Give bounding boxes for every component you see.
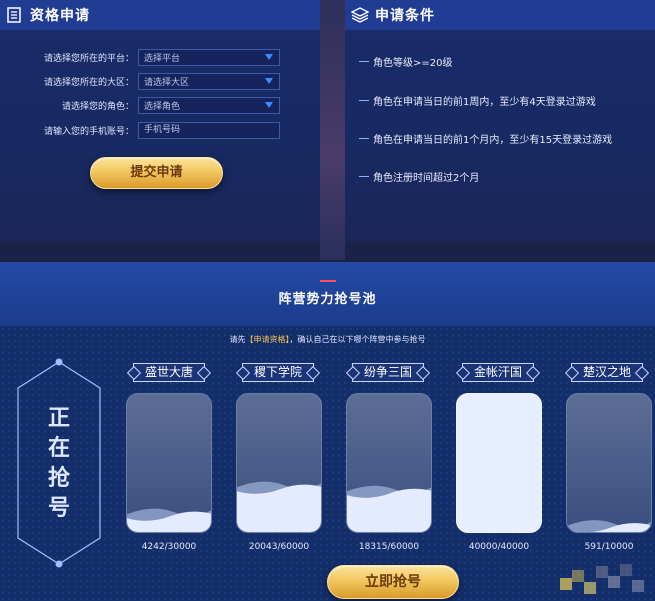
phone-label: 请输入您的手机账号： — [43, 126, 134, 137]
camp-card[interactable] — [236, 393, 322, 533]
eligibility-panel: 资格申请 请选择您所在的平台： 选择平台 请选择您所在的大区： 请选择大区 请选… — [0, 0, 320, 241]
condition-item: 角色在申请当日的前1周内，至少有4天登录过游戏 — [359, 93, 596, 108]
role-select[interactable]: 选择角色 — [138, 96, 280, 114]
camp-label-chuhan: 楚汉之地 — [571, 363, 643, 382]
region-row: 请选择您所在的大区： 请选择大区 — [0, 71, 300, 91]
conditions-panel: 申请条件 角色等级>=20级 角色在申请当日的前1周内，至少有4天登录过游戏 角… — [345, 0, 655, 241]
phone-input[interactable] — [138, 121, 280, 139]
camp-label-fenzheng: 纷争三国 — [352, 363, 424, 382]
notice-prefix: 请先 — [229, 335, 246, 344]
dash-icon — [359, 61, 369, 62]
dash-icon — [359, 176, 369, 177]
camp-count: 20043/60000 — [248, 542, 310, 552]
condition-text: 角色等级>=20级 — [373, 58, 453, 69]
title-accent — [320, 280, 336, 282]
camp-card[interactable] — [126, 393, 212, 533]
role-label: 请选择您的角色： — [61, 101, 134, 112]
role-row: 请选择您的角色： 选择角色 — [0, 95, 300, 115]
fill-wave — [237, 481, 321, 532]
platform-select[interactable]: 选择平台 — [138, 48, 280, 66]
grab-now-button[interactable]: 立即抢号 — [327, 565, 459, 599]
region-select[interactable]: 请选择大区 — [138, 72, 280, 90]
camp-label-jixia: 稷下学院 — [242, 363, 314, 382]
condition-text: 角色在申请当日的前1周内，至少有4天登录过游戏 — [373, 97, 596, 108]
phone-row: 请输入您的手机账号： — [0, 120, 300, 140]
eligibility-title: 资格申请 — [30, 8, 90, 24]
camp-card[interactable] — [346, 393, 432, 533]
document-list-icon — [6, 7, 22, 23]
camp-count: 18315/60000 — [358, 542, 420, 552]
panel-divider — [320, 0, 345, 260]
status-char: 正 — [47, 405, 70, 431]
pool-title: 阵营势力抢号池 — [278, 292, 377, 307]
eligibility-header: 资格申请 — [0, 0, 320, 30]
dropdown-caret-icon — [265, 54, 273, 60]
conditions-title: 申请条件 — [375, 8, 435, 24]
pool-header: 阵营势力抢号池 — [0, 262, 655, 326]
condition-item: 角色等级>=20级 — [359, 54, 452, 69]
role-select-value: 选择角色 — [144, 101, 181, 112]
region-label: 请选择您所在的大区： — [43, 77, 134, 88]
camp-label-jinzhang: 金帐汗国 — [462, 363, 534, 382]
fill-wave — [347, 485, 431, 532]
camp-label-shengshi: 盛世大唐 — [133, 363, 205, 382]
status-text: 正在抢号 — [14, 403, 104, 523]
notice-apply-link[interactable]: 【申请资格】 — [246, 335, 290, 344]
fill-wave — [127, 508, 211, 532]
grab-status-badge: 正在抢号 — [14, 358, 104, 568]
camp-card[interactable] — [456, 393, 542, 533]
status-char: 抢 — [47, 465, 70, 491]
status-char: 号 — [47, 495, 70, 521]
region-select-value: 请选择大区 — [144, 77, 190, 88]
platform-label: 请选择您所在的平台： — [43, 53, 134, 64]
notice-suffix: ，确认自己在以下哪个阵营中参与抢号 — [289, 335, 426, 344]
dash-icon — [359, 138, 369, 139]
dropdown-caret-icon — [265, 102, 273, 108]
condition-text: 角色注册时间超过2个月 — [373, 173, 480, 184]
camp-count: 40000/40000 — [468, 542, 530, 552]
condition-item: 角色在申请当日的前1个月内，至少有15天登录过游戏 — [359, 131, 612, 146]
layers-icon — [350, 7, 370, 23]
camp-count: 591/10000 — [584, 542, 634, 552]
dash-icon — [359, 100, 369, 101]
camp-card[interactable] — [566, 393, 652, 533]
fill-wave — [567, 520, 651, 532]
condition-text: 角色在申请当日的前1个月内，至少有15天登录过游戏 — [373, 135, 613, 146]
status-char: 在 — [47, 435, 70, 461]
watermark-mosaic — [560, 560, 655, 601]
platform-select-value: 选择平台 — [144, 53, 181, 64]
conditions-header: 申请条件 — [345, 0, 655, 30]
camp-count: 4242/30000 — [141, 542, 197, 552]
pool-notice: 请先【申请资格】，确认自己在以下哪个阵营中参与抢号 — [0, 334, 655, 345]
platform-row: 请选择您所在的平台： 选择平台 — [0, 47, 300, 67]
submit-application-button[interactable]: 提交申请 — [90, 157, 223, 189]
condition-item: 角色注册时间超过2个月 — [359, 169, 479, 184]
dropdown-caret-icon — [265, 78, 273, 84]
